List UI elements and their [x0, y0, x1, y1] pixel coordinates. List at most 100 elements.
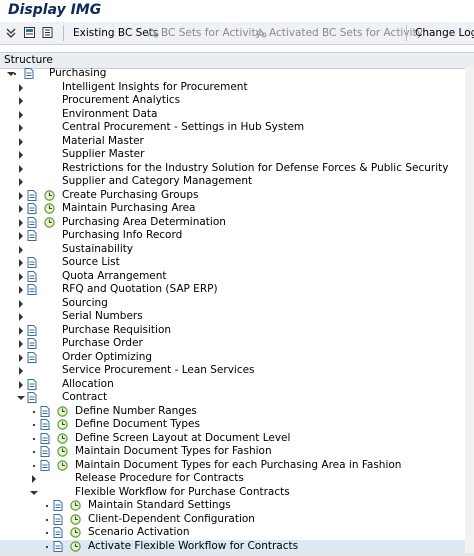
tree-row[interactable]: Supplier Master: [0, 148, 474, 162]
execute-clock-icon[interactable]: [44, 189, 55, 201]
collapse-toggle-icon[interactable]: [17, 396, 25, 400]
tree-expand-icon[interactable]: [5, 26, 18, 39]
tree-row[interactable]: Serial Numbers: [0, 310, 474, 324]
expand-toggle-icon[interactable]: [19, 124, 23, 132]
tree-row[interactable]: Purchasing Area Determination: [0, 216, 474, 230]
tree-row[interactable]: Define Document Types: [0, 418, 474, 432]
tree-row[interactable]: Restrictions for the Industry Solution f…: [0, 162, 474, 176]
execute-clock-icon[interactable]: [57, 432, 68, 444]
expand-toggle-icon[interactable]: [19, 259, 23, 267]
expand-toggle-icon[interactable]: [19, 137, 23, 146]
expand-toggle-icon[interactable]: [19, 83, 23, 92]
tree-row[interactable]: Sourcing: [0, 297, 474, 311]
tree-row[interactable]: Sustainability: [0, 243, 474, 257]
tree-row[interactable]: Create Purchasing Groups: [0, 189, 474, 203]
expand-toggle-icon[interactable]: [19, 232, 23, 240]
tree-row[interactable]: Maintain Purchasing Area: [0, 202, 474, 216]
expand-toggle-icon[interactable]: [19, 272, 23, 281]
execute-clock-icon[interactable]: [44, 203, 55, 214]
tree-row[interactable]: Define Screen Layout at Document Level: [0, 432, 474, 446]
expand-toggle-icon[interactable]: [32, 475, 36, 483]
activated-bc-sets-button[interactable]: Activated BC Sets for Activity: [269, 22, 423, 44]
expand-toggle-icon[interactable]: [19, 353, 23, 362]
tree-row[interactable]: Purchasing Info Record: [0, 229, 474, 243]
tree-row[interactable]: Client-Dependent Configuration: [0, 513, 474, 527]
tree-row[interactable]: Central Procurement - Settings in Hub Sy…: [0, 121, 474, 135]
expand-toggle-icon[interactable]: [19, 286, 23, 294]
tree-root-row[interactable]: Purchasing: [0, 67, 474, 81]
execute-clock-icon[interactable]: [57, 446, 68, 457]
expand-toggle-icon[interactable]: [19, 326, 23, 335]
document-icon[interactable]: [53, 500, 63, 511]
execute-clock-icon[interactable]: [57, 405, 68, 417]
document-icon[interactable]: [27, 270, 37, 282]
document-icon[interactable]: [27, 284, 37, 295]
document-icon[interactable]: [27, 378, 37, 390]
expand-toggle-icon[interactable]: [19, 245, 23, 254]
expand-toggle-icon[interactable]: [19, 299, 23, 308]
document-icon[interactable]: [27, 216, 37, 228]
document-icon[interactable]: [53, 527, 63, 538]
execute-clock-icon[interactable]: [57, 419, 68, 430]
tree-row[interactable]: Release Procedure for Contracts: [0, 472, 474, 486]
tree-row[interactable]: Maintain Document Types for Fashion: [0, 445, 474, 459]
document-icon[interactable]: [27, 203, 37, 214]
notes-icon[interactable]: [41, 26, 54, 39]
document-icon[interactable]: [40, 419, 50, 430]
expand-toggle-icon[interactable]: [19, 97, 23, 105]
expand-toggle-icon[interactable]: [19, 110, 23, 119]
display-icon[interactable]: [23, 26, 36, 39]
document-icon[interactable]: [27, 338, 37, 349]
document-icon[interactable]: [27, 257, 37, 268]
document-icon[interactable]: [53, 513, 63, 525]
bc-sets-for-activity-button[interactable]: BC Sets for Activity: [161, 22, 262, 44]
tree-row[interactable]: Flexible Workflow for Purchase Contracts: [0, 486, 474, 500]
tree-row[interactable]: Material Master: [0, 135, 474, 149]
expand-toggle-icon[interactable]: [19, 191, 23, 200]
tree-row[interactable]: Maintain Document Types for each Purchas…: [0, 459, 474, 473]
tree-row[interactable]: Intelligent Insights for Procurement: [0, 81, 474, 95]
tree-row[interactable]: Procurement Analytics: [0, 94, 474, 108]
expand-toggle-icon[interactable]: [19, 380, 23, 389]
document-icon[interactable]: [40, 405, 50, 417]
document-icon[interactable]: [27, 351, 37, 363]
document-icon[interactable]: [40, 446, 50, 457]
tree-row[interactable]: Define Number Ranges: [0, 405, 474, 419]
tree-row[interactable]: Environment Data: [0, 108, 474, 122]
document-icon[interactable]: [27, 189, 37, 201]
expand-toggle-icon[interactable]: [19, 205, 23, 213]
vertical-scrollbar[interactable]: [465, 67, 474, 556]
tree-row[interactable]: Maintain Standard Settings: [0, 499, 474, 513]
tree-row[interactable]: Order Optimizing: [0, 351, 474, 365]
expand-toggle-icon[interactable]: [19, 151, 23, 159]
execute-clock-icon[interactable]: [70, 513, 81, 525]
tree-row[interactable]: Activate Flexible Workflow for Contracts: [0, 539, 474, 553]
change-log-button[interactable]: Change Log: [415, 22, 474, 44]
tree-row[interactable]: Service Procurement - Lean Services: [0, 364, 474, 378]
execute-clock-icon[interactable]: [57, 459, 68, 471]
expand-toggle-icon[interactable]: [19, 367, 23, 375]
tree-row[interactable]: Source List: [0, 256, 474, 270]
expand-toggle-icon[interactable]: [19, 164, 23, 173]
expand-toggle-icon[interactable]: [19, 313, 23, 321]
document-icon[interactable]: [53, 540, 63, 552]
tree-row[interactable]: Contract: [0, 391, 474, 405]
tree-row[interactable]: Scenario Activation: [0, 526, 474, 540]
tree-row[interactable]: Allocation: [0, 378, 474, 392]
document-icon[interactable]: [40, 432, 50, 444]
expand-toggle-icon[interactable]: [19, 178, 23, 186]
tree-row[interactable]: Purchase Order: [0, 337, 474, 351]
document-icon[interactable]: [27, 392, 37, 403]
expand-toggle-icon[interactable]: [19, 340, 23, 348]
execute-clock-icon[interactable]: [70, 540, 81, 552]
document-icon[interactable]: [40, 459, 50, 471]
tree-row[interactable]: Supplier and Category Management: [0, 175, 474, 189]
document-icon[interactable]: [27, 324, 37, 336]
tree-row[interactable]: Purchase Requisition: [0, 324, 474, 338]
execute-clock-icon[interactable]: [70, 500, 81, 511]
tree-row[interactable]: RFQ and Quotation (SAP ERP): [0, 283, 474, 297]
expand-toggle-icon[interactable]: [19, 218, 23, 227]
execute-clock-icon[interactable]: [44, 216, 55, 228]
execute-clock-icon[interactable]: [70, 527, 81, 538]
document-icon[interactable]: [27, 230, 37, 241]
